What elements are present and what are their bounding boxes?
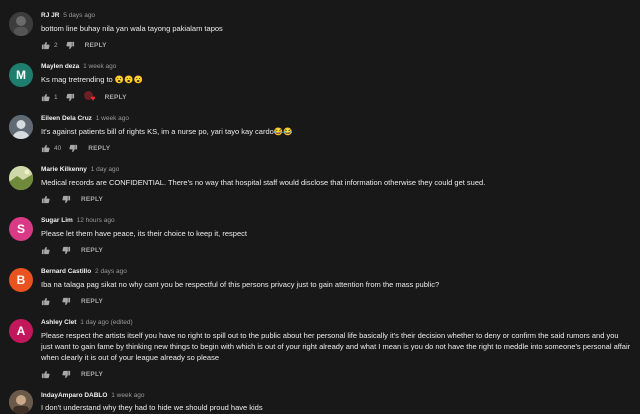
thumbs-up-icon[interactable] <box>41 144 50 153</box>
like-count: 1 <box>54 93 58 101</box>
thumbs-down-icon[interactable] <box>62 297 71 306</box>
avatar-letter: M <box>16 68 26 82</box>
thumbs-up-icon[interactable] <box>41 246 50 255</box>
comment-time[interactable]: 2 days ago <box>95 268 127 275</box>
author-name[interactable]: IndayAmparo DABLO <box>41 392 107 399</box>
author-name[interactable]: Bernard Castillo <box>41 268 91 275</box>
creator-heart-icon: ♥ <box>83 91 99 103</box>
comment-time[interactable]: 1 week ago <box>111 392 144 399</box>
avatar[interactable] <box>9 115 33 139</box>
thumbs-up-icon[interactable] <box>41 370 50 379</box>
avatar[interactable]: M <box>9 63 33 87</box>
reply-button[interactable]: REPLY <box>85 42 107 49</box>
comment-actions: REPLY <box>41 193 103 205</box>
thumbs-down-icon[interactable] <box>66 41 75 50</box>
comment-header: RJ JR 5 days ago <box>41 12 95 19</box>
comment-header: Sugar Lim 12 hours ago <box>41 217 115 224</box>
reply-button[interactable]: REPLY <box>81 247 103 254</box>
avatar-letter: B <box>16 273 26 287</box>
comment-header: Marie Kilkenny 1 day ago <box>41 166 119 173</box>
thumbs-up-icon[interactable] <box>41 41 50 50</box>
avatar[interactable] <box>9 166 33 190</box>
author-name[interactable]: Sugar Lim <box>41 217 73 224</box>
comment-header: Ashley Clet 1 day ago (edited) <box>41 319 133 326</box>
comment-actions: REPLY <box>41 368 103 380</box>
comment-text: It's against patients bill of rights KS,… <box>41 127 293 136</box>
thumbs-up-icon[interactable] <box>41 93 50 102</box>
author-name[interactable]: Maylen deza <box>41 63 79 70</box>
comment-time[interactable]: 5 days ago <box>63 12 95 19</box>
comment-text: I don't understand why they had to hide … <box>41 403 263 412</box>
thumbs-down-icon[interactable] <box>62 246 71 255</box>
reply-button[interactable]: REPLY <box>105 94 127 101</box>
reply-button[interactable]: REPLY <box>81 196 103 203</box>
avatar-letter: S <box>16 222 25 236</box>
reply-button[interactable]: REPLY <box>88 145 110 152</box>
thumbs-down-icon[interactable] <box>69 144 78 153</box>
thumbs-up-icon[interactable] <box>41 195 50 204</box>
comment-time[interactable]: 1 day ago (edited) <box>80 319 132 326</box>
comment-actions: REPLY <box>41 295 103 307</box>
comment-time[interactable]: 12 hours ago <box>77 217 115 224</box>
thumbs-down-icon[interactable] <box>62 370 71 379</box>
comment-header: IndayAmparo DABLO 1 week ago <box>41 392 145 399</box>
thumbs-down-icon[interactable] <box>66 93 75 102</box>
comment-header: Maylen deza 1 week ago <box>41 63 116 70</box>
comment-text: Please respect the artists itself you ha… <box>41 331 631 363</box>
comment-time[interactable]: 1 day ago <box>91 166 120 173</box>
comment-header: Bernard Castillo 2 days ago <box>41 268 127 275</box>
avatar-letter: A <box>16 324 26 338</box>
comment-actions: 40 REPLY <box>41 142 110 154</box>
like-count: 40 <box>54 144 62 152</box>
comment-text: bottom line buhay nila yan wala tayong p… <box>41 24 223 33</box>
thumbs-up-icon[interactable] <box>41 297 50 306</box>
comment-header: Eileen Dela Cruz 1 week ago <box>41 115 129 122</box>
comment-actions: 2 REPLY <box>41 39 107 51</box>
author-name[interactable]: Ashley Clet <box>41 319 76 326</box>
reply-button[interactable]: REPLY <box>81 298 103 305</box>
default-user-icon <box>9 115 33 139</box>
avatar[interactable]: B <box>9 268 33 292</box>
like-count: 2 <box>54 41 58 49</box>
comment-text: Ks mag tretrending to 😮😮😮 <box>41 75 143 84</box>
avatar[interactable]: S <box>9 217 33 241</box>
comment-text: Iba na talaga pag sikat no why cant you … <box>41 280 440 289</box>
avatar[interactable]: A <box>9 319 33 343</box>
comment-time[interactable]: 1 week ago <box>96 115 129 122</box>
avatar[interactable] <box>9 12 33 36</box>
comment-text: Please let them have peace, its their ch… <box>41 229 247 238</box>
comment-time[interactable]: 1 week ago <box>83 63 116 70</box>
comment-text: Medical records are CONFIDENTIAL. There'… <box>41 178 486 187</box>
avatar[interactable] <box>9 390 33 414</box>
heart-icon: ♥ <box>90 94 96 103</box>
user-photo-icon <box>9 390 33 414</box>
comment-actions: REPLY <box>41 244 103 256</box>
author-name[interactable]: Marie Kilkenny <box>41 166 87 173</box>
comment-actions: 1 ♥ REPLY <box>41 91 127 103</box>
reply-button[interactable]: REPLY <box>81 371 103 378</box>
author-name[interactable]: RJ JR <box>41 12 59 19</box>
thumbs-down-icon[interactable] <box>62 195 71 204</box>
user-photo-icon <box>9 12 33 36</box>
author-name[interactable]: Eileen Dela Cruz <box>41 115 92 122</box>
landscape-photo-icon <box>9 166 33 190</box>
